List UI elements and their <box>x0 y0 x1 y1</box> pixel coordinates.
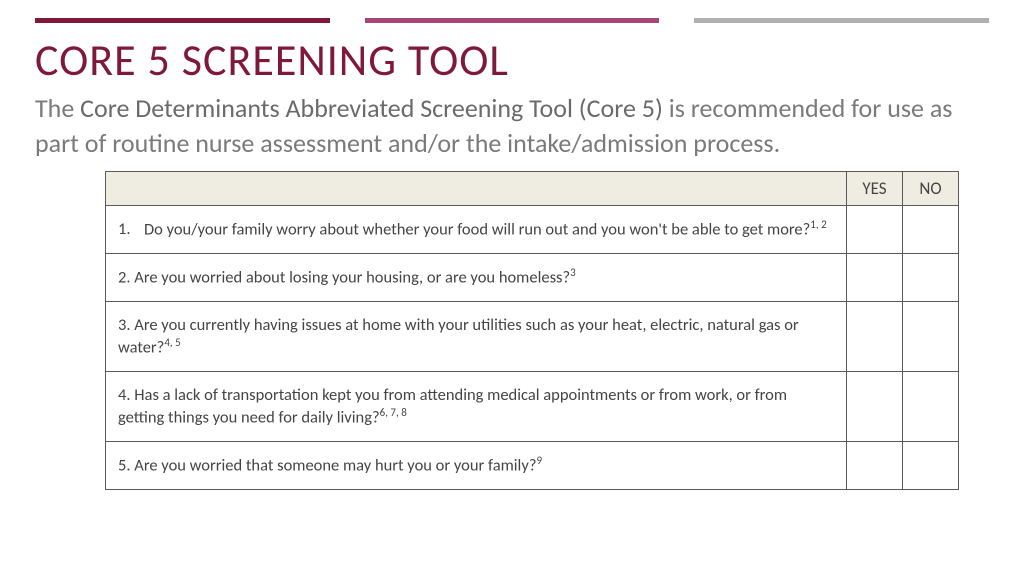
question-refs: 6, 7, 8 <box>380 406 407 419</box>
question-number: 2. <box>118 267 134 287</box>
question-refs: 3 <box>570 266 576 279</box>
question-number: 5. <box>118 455 134 475</box>
table-row: 5. Are you worried that someone may hurt… <box>106 441 959 489</box>
header-no: NO <box>903 172 959 206</box>
table-row: 1.Do you/your family worry about whether… <box>106 206 959 254</box>
question-number: 1. <box>118 218 140 240</box>
page-title: CORE 5 SCREENING TOOL <box>35 33 989 87</box>
question-cell: 3. Are you currently having issues at ho… <box>106 301 847 371</box>
question-text: 4. Has a lack of transportation kept you… <box>118 384 832 429</box>
question-text-content: Are you worried that someone may hurt yo… <box>134 455 536 475</box>
yes-checkbox-cell[interactable] <box>847 206 903 254</box>
question-text-content: Are you worried about losing your housin… <box>134 267 570 287</box>
question-cell: 5. Are you worried that someone may hurt… <box>106 441 847 489</box>
screening-table: YES NO 1.Do you/your family worry about … <box>105 171 959 489</box>
question-number: 4. <box>118 385 134 405</box>
question-cell: 4. Has a lack of transportation kept you… <box>106 371 847 441</box>
question-refs: 4, 5 <box>164 336 180 349</box>
subtitle-prefix: The <box>35 92 80 124</box>
yes-checkbox-cell[interactable] <box>847 441 903 489</box>
yes-checkbox-cell[interactable] <box>847 253 903 301</box>
question-text-content: Has a lack of transportation kept you fr… <box>118 385 787 428</box>
question-text-content: Are you currently having issues at home … <box>118 315 799 358</box>
header-yes: YES <box>847 172 903 206</box>
question-number: 3. <box>118 315 134 335</box>
accent-bar-2 <box>365 18 660 23</box>
question-text: 2. Are you worried about losing your hou… <box>118 266 832 289</box>
subtitle-bold: Core Determinants Abbreviated Screening … <box>80 92 663 124</box>
accent-bar-3 <box>694 18 989 23</box>
no-checkbox-cell[interactable] <box>903 253 959 301</box>
question-text: 3. Are you currently having issues at ho… <box>118 314 832 359</box>
table-row: 2. Are you worried about losing your hou… <box>106 253 959 301</box>
table-row: 4. Has a lack of transportation kept you… <box>106 371 959 441</box>
question-text-content: Do you/your family worry about whether y… <box>144 220 810 240</box>
question-text: 5. Are you worried that someone may hurt… <box>118 454 832 477</box>
header-empty <box>106 172 847 206</box>
no-checkbox-cell[interactable] <box>903 371 959 441</box>
no-checkbox-cell[interactable] <box>903 441 959 489</box>
question-cell: 1.Do you/your family worry about whether… <box>106 206 847 254</box>
table-header-row: YES NO <box>106 172 959 206</box>
yes-checkbox-cell[interactable] <box>847 301 903 371</box>
no-checkbox-cell[interactable] <box>903 206 959 254</box>
accent-bar-1 <box>35 18 330 23</box>
question-refs: 9 <box>536 454 542 467</box>
decorative-top-bars <box>0 0 1024 23</box>
page-subtitle: The Core Determinants Abbreviated Screen… <box>35 91 989 161</box>
question-cell: 2. Are you worried about losing your hou… <box>106 253 847 301</box>
question-text: Do you/your family worry about whether y… <box>144 218 832 241</box>
question-refs: 1, 2 <box>810 218 826 231</box>
yes-checkbox-cell[interactable] <box>847 371 903 441</box>
table-row: 3. Are you currently having issues at ho… <box>106 301 959 371</box>
no-checkbox-cell[interactable] <box>903 301 959 371</box>
